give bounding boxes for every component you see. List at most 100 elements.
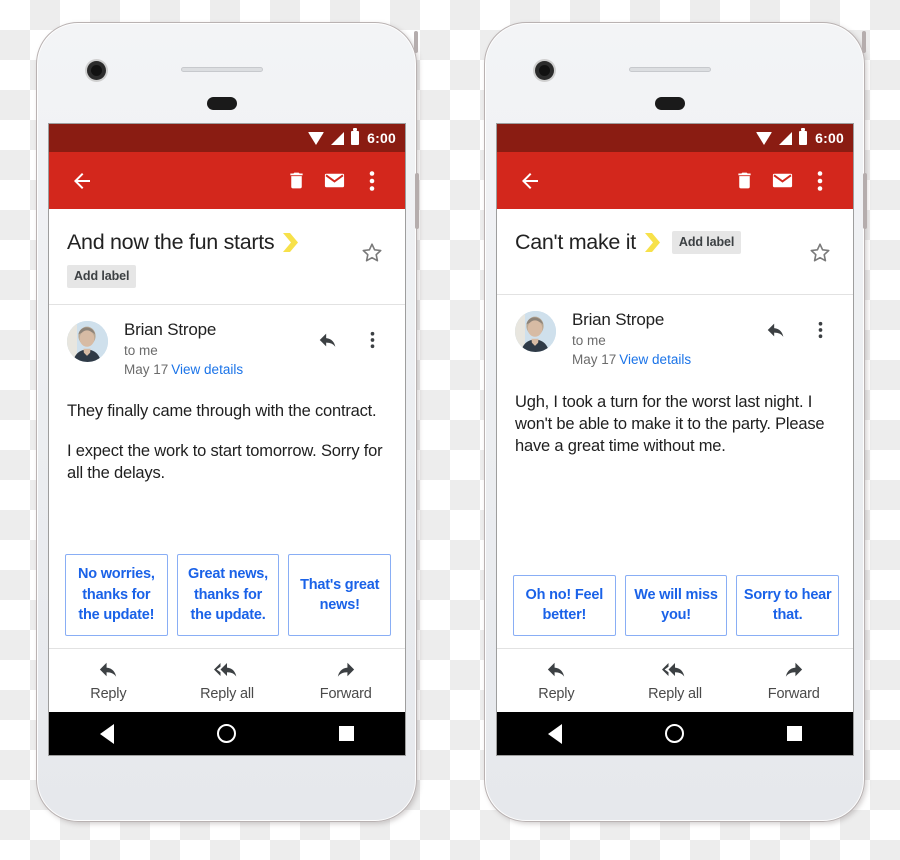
delete-icon [737,172,751,189]
reply-all-icon [662,663,685,677]
phone-screen-left: 6:00 And now the fun starts Add label Br… [48,123,406,756]
smart-reply-chip[interactable]: No worries, thanks for the update! [65,554,168,636]
smart-reply-chip[interactable]: Great news, thanks for the update. [176,554,280,636]
view-details-link[interactable]: View details [171,362,243,377]
message-paragraph: They finally came through with the contr… [67,402,377,421]
view-details-link[interactable]: View details [619,352,691,367]
reply-action[interactable]: Reply [49,658,168,702]
smart-reply-chip[interactable]: That's great news! [288,554,392,636]
smart-reply-chip[interactable]: Sorry to hear that. [736,574,840,636]
earpiece-grille [181,67,263,72]
subject-line: Can't make it Add label [515,230,795,256]
home-nav-icon[interactable] [664,724,684,743]
reply-all-action[interactable]: Reply all [616,658,735,702]
star-button[interactable] [801,230,839,268]
message-body: They finally came through with the contr… [49,379,405,543]
status-bar: 6:00 [49,124,405,152]
sender-recipient: to me [572,333,606,349]
sender-name: Brian Strope [124,319,217,339]
proximity-sensor [207,97,237,110]
subject-row: Can't make it Add label [497,209,853,295]
label-chevron-icon [283,233,299,253]
front-camera-icon [535,61,554,80]
forward-icon [786,662,803,677]
recents-nav-icon[interactable] [338,726,354,741]
wifi-icon [756,131,773,145]
reply-icon [547,662,564,677]
subject-main: Can't make it Add label [515,230,801,256]
subject-row: And now the fun starts Add label [49,209,405,305]
back-nav-icon[interactable] [548,723,563,744]
reply-all-action[interactable]: Reply all [168,658,287,702]
status-bar: 6:00 [497,124,853,152]
add-label-chip[interactable]: Add label [671,231,742,255]
add-label-chip[interactable]: Add label [67,264,137,288]
reply-all-action-label: Reply all [648,686,702,702]
delete-button[interactable] [277,162,315,200]
battery-icon [799,128,808,145]
reply-icon [767,323,784,337]
power-button[interactable] [862,31,866,53]
message-body: Ugh, I took a turn for the worst last ni… [497,370,853,564]
message-date: May 17 [124,362,169,378]
more-options-icon [369,170,375,191]
mark-unread-icon [324,173,344,188]
page-title: Can't make it [515,230,636,254]
volume-button[interactable] [415,173,419,229]
mark-unread-button[interactable] [315,162,353,200]
back-button[interactable] [63,162,101,200]
star-button[interactable] [353,230,391,268]
message-more-options-button[interactable] [353,321,391,359]
reply-button[interactable] [309,321,347,359]
avatar[interactable] [515,311,556,352]
reply-action[interactable]: Reply [497,658,616,702]
wifi-icon [308,131,325,145]
phone-device-left: 6:00 And now the fun starts Add label Br… [36,22,419,822]
forward-action-label: Forward [767,686,820,702]
home-nav-icon[interactable] [216,724,236,743]
back-nav-icon[interactable] [100,723,115,744]
reply-action-label: Reply [538,686,575,702]
message-more-options-button[interactable] [801,311,839,349]
app-bar [497,152,853,209]
sender-name: Brian Strope [572,310,665,329]
sender-date-row: May 17 View details [124,361,309,379]
screenshot-stage: 6:00 And now the fun starts Add label Br… [0,0,900,860]
forward-action[interactable]: Forward [286,658,405,702]
forward-action[interactable]: Forward [734,658,853,702]
android-nav-bar [49,712,405,755]
sender-row: Brian Strope to me May 17 View details [497,295,853,370]
reply-bar: Reply Reply all Forward [49,648,405,712]
more-options-button[interactable] [801,162,839,200]
recents-nav-icon[interactable] [786,726,802,741]
more-options-icon [817,170,823,191]
phone-device-right: 6:00 Can't make it Add label Brian Strop… [484,22,867,822]
subject-line: And now the fun starts [67,230,347,256]
arrow-back-icon [74,172,90,189]
sender-meta: Brian Strope to me May 17 View details [108,319,309,380]
signal-icon [331,131,345,145]
message-paragraph: I expect the work to start tomorrow. Sor… [67,442,383,483]
avatar-photo [67,320,108,362]
smart-reply-chip[interactable]: We will miss you! [624,574,728,636]
sender-recipient: to me [124,343,158,359]
android-nav-bar [497,712,853,755]
reply-icon [319,333,336,347]
delete-button[interactable] [725,162,763,200]
back-button[interactable] [511,162,549,200]
status-bar-time: 6:00 [367,130,396,146]
mark-unread-button[interactable] [763,162,801,200]
more-options-button[interactable] [353,162,391,200]
avatar[interactable] [67,320,108,362]
more-options-icon [370,331,374,348]
reply-bar: Reply Reply all Forward [497,648,853,712]
smart-reply-chip[interactable]: Oh no! Feel better! [513,574,616,636]
volume-button[interactable] [863,173,867,229]
reply-button[interactable] [757,311,795,349]
sender-date-row: May 17 View details [572,351,757,369]
reply-all-icon [214,663,237,677]
power-button[interactable] [414,31,418,53]
reply-icon [99,662,116,677]
phone-screen-right: 6:00 Can't make it Add label Brian Strop… [496,123,854,756]
smart-reply-row: No worries, thanks for the update! Great… [49,543,405,648]
